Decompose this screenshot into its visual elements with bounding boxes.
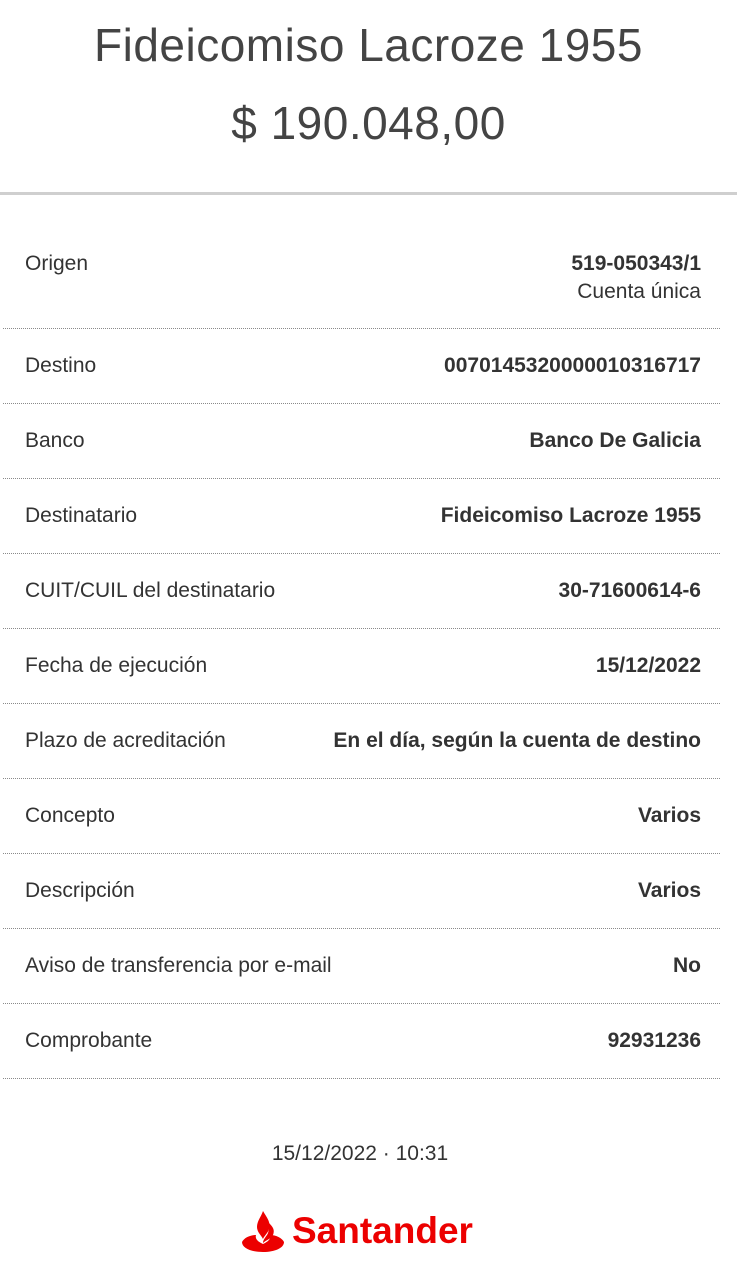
detail-label: Destino: [25, 354, 97, 377]
brand-name: Santander: [292, 1210, 473, 1251]
detail-label: Plazo de acreditación: [25, 729, 226, 752]
detail-value: 0070145320000010316717: [444, 354, 701, 377]
detail-row-descripcion: Descripción Varios: [3, 854, 720, 929]
detail-value: En el día, según la cuenta de destino: [333, 729, 701, 752]
detail-value: Varios: [637, 879, 701, 902]
detail-row-fecha: Fecha de ejecución 15/12/2022: [3, 629, 720, 704]
detail-label: Descripción: [25, 879, 135, 902]
receipt-header: Fideicomiso Lacroze 1955 $ 190.048,00: [0, 0, 737, 195]
detail-row-banco: Banco Banco De Galicia: [3, 404, 720, 479]
detail-label: Concepto: [25, 804, 115, 827]
detail-label: Fecha de ejecución: [25, 654, 208, 677]
detail-row-cuit: CUIT/CUIL del destinatario 30-71600614-6: [3, 554, 720, 629]
detail-value-sub: Cuenta única: [577, 280, 701, 303]
detail-value: 30-71600614-6: [558, 579, 701, 602]
detail-row-origen: Origen 519-050343/1 Cuenta única: [3, 195, 720, 329]
detail-row-concepto: Concepto Varios: [3, 779, 720, 854]
detail-label: Origen: [25, 252, 89, 275]
detail-value: Varios: [637, 804, 701, 827]
detail-value: 519-050343/1: [571, 252, 701, 275]
detail-value: Banco De Galicia: [529, 429, 701, 452]
receipt-timestamp: 15/12/2022 · 10:31: [271, 1142, 449, 1165]
transfer-details: Origen 519-050343/1 Cuenta única Destino…: [0, 195, 720, 1079]
detail-row-destinatario: Destinatario Fideicomiso Lacroze 1955: [3, 479, 720, 554]
detail-label: CUIT/CUIL del destinatario: [25, 579, 276, 602]
detail-value: No: [673, 954, 701, 977]
transfer-amount: $ 190.048,00: [231, 97, 506, 149]
detail-row-plazo: Plazo de acreditación En el día, según l…: [3, 704, 720, 779]
recipient-title: Fideicomiso Lacroze 1955: [94, 19, 643, 71]
detail-value: 15/12/2022: [595, 654, 701, 677]
detail-value: 92931236: [607, 1029, 701, 1052]
detail-label: Aviso de transferencia por e-mail: [25, 954, 332, 977]
detail-row-destino: Destino 0070145320000010316717: [3, 329, 720, 404]
detail-label: Destinatario: [25, 504, 138, 527]
detail-row-aviso: Aviso de transferencia por e-mail No: [3, 929, 720, 1004]
detail-row-comprobante: Comprobante 92931236: [3, 1004, 720, 1079]
detail-label: Comprobante: [25, 1029, 153, 1052]
detail-label: Banco: [25, 429, 85, 452]
detail-value-block: 519-050343/1 Cuenta única: [571, 252, 701, 304]
detail-value: Fideicomiso Lacroze 1955: [440, 504, 701, 527]
santander-flame-icon: [242, 1211, 284, 1252]
santander-logo: Santander: [242, 1206, 473, 1256]
